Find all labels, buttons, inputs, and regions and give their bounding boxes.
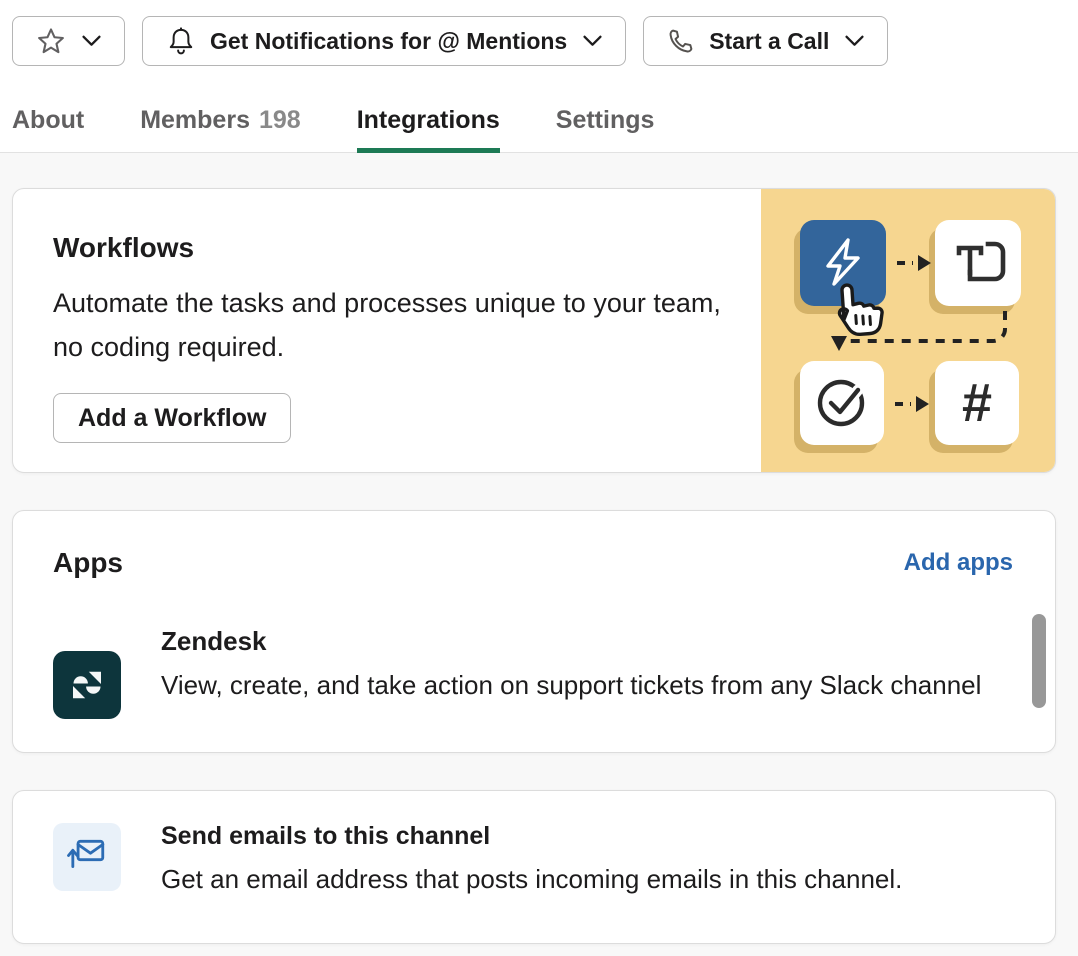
tab-about[interactable]: About <box>12 94 84 153</box>
apps-scrollbar-thumb[interactable] <box>1032 614 1046 708</box>
star-channel-button[interactable] <box>12 16 125 66</box>
tab-settings[interactable]: Settings <box>556 94 655 153</box>
email-icon-tile <box>53 823 121 891</box>
email-forward-icon <box>66 834 108 881</box>
workflows-card: Workflows Automate the tasks and process… <box>12 188 1056 473</box>
add-apps-link[interactable]: Add apps <box>904 549 1013 577</box>
notifications-button-label: Get Notifications for @ Mentions <box>210 28 567 55</box>
send-emails-card[interactable]: Send emails to this channel Get an email… <box>12 790 1056 944</box>
tab-members[interactable]: Members 198 <box>140 94 300 153</box>
apps-card-header: Apps Add apps <box>53 547 1013 579</box>
workflows-illustration: # <box>761 189 1055 472</box>
chevron-down-icon <box>82 35 101 47</box>
apps-card: Apps Add apps Zendesk View, create, and … <box>12 510 1056 753</box>
chevron-down-icon <box>845 35 864 47</box>
channel-hash-tile: # <box>935 361 1019 445</box>
lightning-icon <box>815 233 871 294</box>
app-info: Zendesk View, create, and take action on… <box>161 603 995 707</box>
workflows-description: Automate the tasks and processes unique … <box>53 281 743 369</box>
zendesk-app-icon <box>53 651 121 719</box>
start-call-button-label: Start a Call <box>709 28 829 55</box>
text-snippet-icon <box>946 229 1010 298</box>
app-description: View, create, and take action on support… <box>161 663 1006 707</box>
check-circle-tile <box>800 361 884 445</box>
chevron-down-icon <box>583 35 602 47</box>
channel-hash-icon: # <box>962 372 992 434</box>
check-circle-icon <box>812 371 872 436</box>
app-row-zendesk[interactable]: Zendesk View, create, and take action on… <box>53 603 995 707</box>
workflows-title: Workflows <box>53 231 743 265</box>
email-card-description: Get an email address that posts incoming… <box>161 859 902 899</box>
header: Get Notifications for @ Mentions Start a… <box>0 0 1078 153</box>
workflows-text: Workflows Automate the tasks and process… <box>53 231 743 443</box>
apps-list-viewport[interactable]: Zendesk View, create, and take action on… <box>13 603 1055 727</box>
header-actions: Get Notifications for @ Mentions Start a… <box>12 16 888 66</box>
app-name: Zendesk <box>161 623 995 659</box>
lightning-tile <box>800 220 886 306</box>
members-count: 198 <box>259 106 301 135</box>
apps-title: Apps <box>53 547 123 579</box>
email-card-text: Send emails to this channel Get an email… <box>161 817 902 899</box>
email-card-title: Send emails to this channel <box>161 817 902 855</box>
text-snippet-tile <box>935 220 1021 306</box>
tab-integrations[interactable]: Integrations <box>357 94 500 153</box>
bell-icon <box>166 26 196 56</box>
star-icon <box>36 26 66 56</box>
phone-icon <box>667 27 695 55</box>
notifications-button[interactable]: Get Notifications for @ Mentions <box>142 16 626 66</box>
start-call-button[interactable]: Start a Call <box>643 16 888 66</box>
tab-bar: About Members 198 Integrations Settings <box>12 94 654 152</box>
channel-details-integrations-panel: Get Notifications for @ Mentions Start a… <box>0 0 1078 956</box>
add-workflow-button[interactable]: Add a Workflow <box>53 393 291 443</box>
